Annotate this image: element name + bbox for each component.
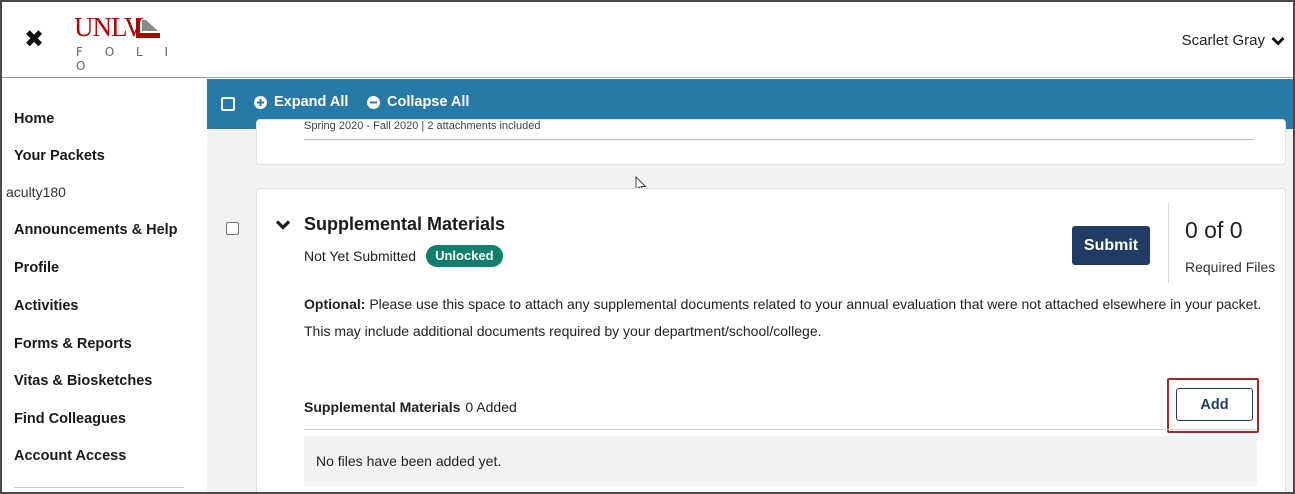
top-bar: ✖ UNLV F O L I O Scarlet Gray <box>2 2 1293 78</box>
plus-circle-icon <box>254 95 267 109</box>
main-content: Spring 2020 - Fall 2020 | 2 attachments … <box>207 119 1293 492</box>
status-badge: Unlocked <box>426 245 503 267</box>
required-files-counter: 0 of 0 <box>1185 217 1243 243</box>
logo-mark-icon <box>136 18 160 38</box>
sidebar-divider <box>14 487 184 488</box>
description-line-1: Optional: Please use this space to attac… <box>304 291 1279 318</box>
select-all-checkbox[interactable] <box>221 97 235 111</box>
close-icon[interactable]: ✖ <box>24 27 46 51</box>
attachments-title: Supplemental Materials <box>304 399 461 415</box>
sidebar-item-vitas[interactable]: Vitas & Biosketches <box>14 373 152 389</box>
sidebar-item-activities[interactable]: Activities <box>14 298 78 314</box>
required-files-label: Required Files <box>1185 259 1276 275</box>
chevron-down-icon <box>1271 36 1285 45</box>
submit-button[interactable]: Submit <box>1072 226 1150 265</box>
section-status: Not Yet Submitted Unlocked <box>304 245 503 267</box>
empty-files-message: No files have been added yet. <box>316 453 502 469</box>
sidebar-item-announcements[interactable]: Announcements & Help <box>14 222 178 238</box>
header-divider <box>1168 203 1169 283</box>
add-button[interactable]: Add <box>1176 388 1253 421</box>
section-description: Optional: Please use this space to attac… <box>304 291 1279 345</box>
attachments-count: 0 Added <box>465 399 517 415</box>
expand-all-button[interactable]: Expand All <box>254 94 348 110</box>
previous-section-meta: Spring 2020 - Fall 2020 | 2 attachments … <box>304 120 541 132</box>
description-line-2: This may include additional documents re… <box>304 323 822 339</box>
sidebar-section-faculty180: aculty180 <box>6 184 66 200</box>
description-text-1: Please use this space to attach any supp… <box>365 296 1262 312</box>
sidebar-item-find-colleagues[interactable]: Find Colleagues <box>14 411 126 427</box>
submission-status: Not Yet Submitted <box>304 248 417 264</box>
previous-section-card: Spring 2020 - Fall 2020 | 2 attachments … <box>256 119 1286 165</box>
supplemental-materials-card: Supplemental Materials Not Yet Submitted… <box>256 188 1286 492</box>
user-name: Scarlet Gray <box>1181 32 1265 49</box>
unlv-folio-logo[interactable]: UNLV F O L I O <box>74 12 184 73</box>
section-title: Supplemental Materials <box>304 214 506 234</box>
collapse-all-label: Collapse All <box>387 94 470 110</box>
collapse-all-button[interactable]: Collapse All <box>367 94 469 110</box>
optional-label: Optional: <box>304 296 366 312</box>
expand-all-label: Expand All <box>274 94 349 110</box>
minus-circle-icon <box>367 95 380 109</box>
sidebar-item-profile[interactable]: Profile <box>14 260 59 276</box>
attachments-header: Supplemental Materials 0 Added <box>304 399 517 415</box>
sidebar-item-your-packets[interactable]: Your Packets <box>14 148 105 164</box>
sidebar: Home Your Packets aculty180 Announcement… <box>2 79 207 492</box>
section-select-checkbox[interactable] <box>226 222 239 235</box>
sidebar-item-forms-reports[interactable]: Forms & Reports <box>14 336 132 352</box>
logo-subtext: F O L I O <box>76 45 178 73</box>
sidebar-item-home[interactable]: Home <box>14 111 54 127</box>
user-menu[interactable]: Scarlet Gray <box>1182 32 1285 49</box>
empty-files-box: No files have been added yet. <box>304 436 1257 486</box>
logo-text: UNLV <box>74 12 144 42</box>
previous-section-rule <box>304 139 1254 140</box>
sidebar-item-account-access[interactable]: Account Access <box>14 448 126 464</box>
app-window: ✖ UNLV F O L I O Scarlet Gray Home Your … <box>0 0 1295 494</box>
attachments-rule <box>304 429 1257 430</box>
chevron-down-icon[interactable] <box>275 219 291 231</box>
